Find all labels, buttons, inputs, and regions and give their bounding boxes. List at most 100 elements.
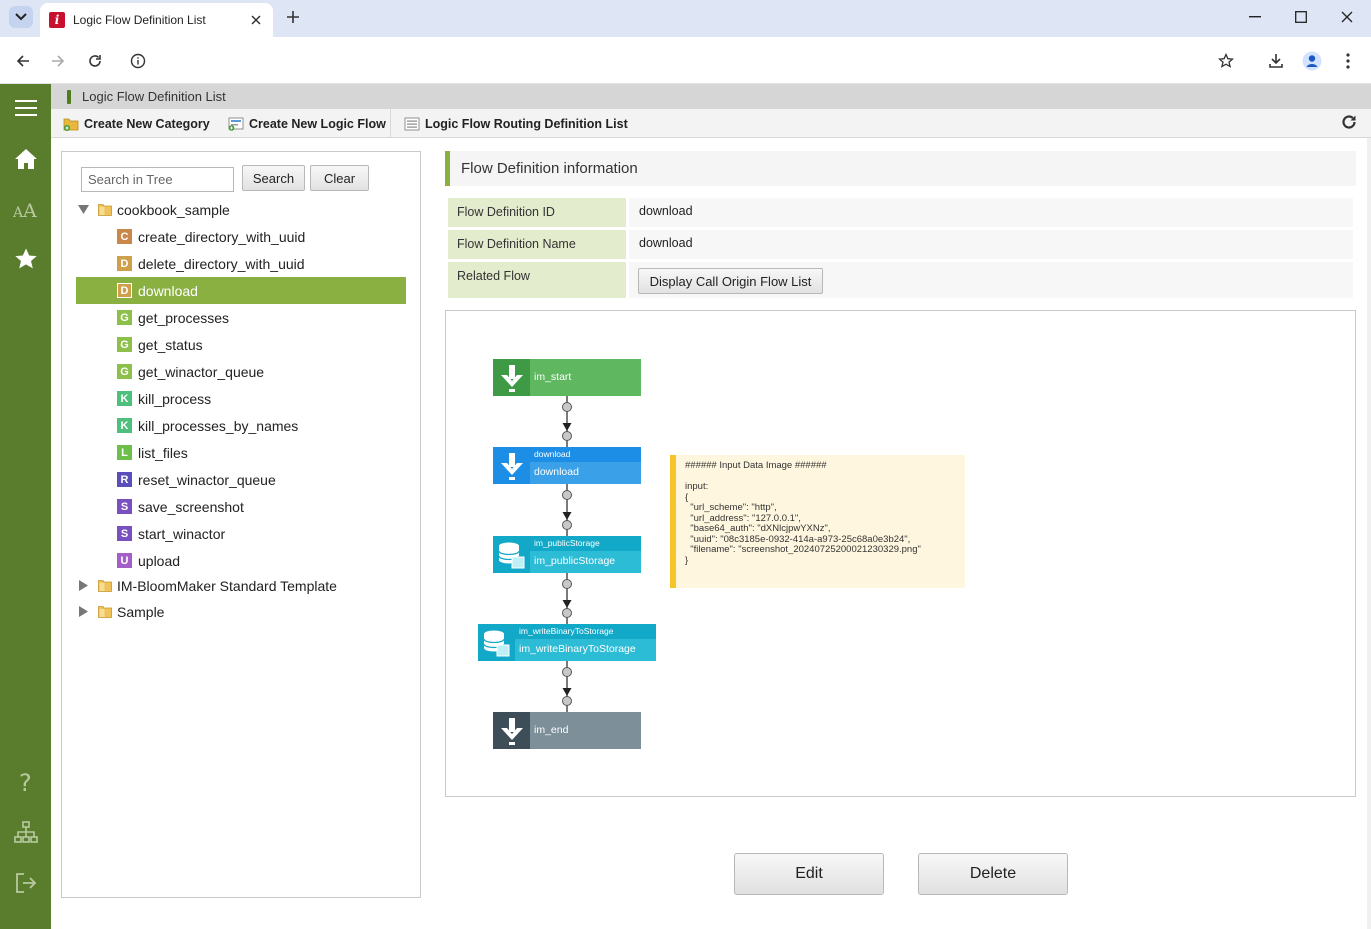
display-call-origin-button[interactable]: Display Call Origin Flow List bbox=[638, 268, 823, 294]
action-menu-bar: Create New Category Create New Logic Flo… bbox=[51, 109, 1371, 138]
logout-button[interactable] bbox=[13, 870, 39, 896]
connector-handle[interactable] bbox=[562, 667, 572, 677]
downloads-button[interactable] bbox=[1263, 48, 1289, 74]
maximize-button[interactable] bbox=[1289, 5, 1313, 29]
tree-item-get-processes[interactable]: Gget_processes bbox=[76, 304, 406, 331]
arrow-down-icon bbox=[493, 447, 530, 484]
site-info-button[interactable] bbox=[125, 48, 151, 74]
plus-icon bbox=[287, 11, 299, 23]
bookmark-button[interactable] bbox=[1213, 48, 1239, 74]
tab-search-button[interactable] bbox=[9, 6, 33, 28]
window-close-button[interactable] bbox=[1335, 5, 1359, 29]
tree-item-reset-winactor-queue[interactable]: Rreset_winactor_queue bbox=[76, 466, 406, 493]
routing-list-link[interactable]: Logic Flow Routing Definition List bbox=[404, 115, 628, 133]
browser-tab[interactable]: i Logic Flow Definition List bbox=[40, 3, 273, 37]
flow-type-badge: S bbox=[117, 499, 132, 514]
tree-item-kill-processes-by-names[interactable]: Kkill_processes_by_names bbox=[76, 412, 406, 439]
flow-id-label: Flow Definition ID bbox=[447, 197, 627, 228]
favorites-button[interactable] bbox=[13, 246, 39, 272]
flow-type-badge: L bbox=[117, 445, 132, 460]
new-tab-button[interactable] bbox=[282, 6, 304, 28]
flow-name-label: Flow Definition Name bbox=[447, 229, 627, 260]
folder-icon bbox=[98, 606, 112, 618]
tree-item-get-status[interactable]: Gget_status bbox=[76, 331, 406, 358]
create-flow-link[interactable]: Create New Logic Flow bbox=[228, 115, 386, 133]
logout-icon bbox=[16, 873, 37, 893]
tree-search-button[interactable]: Search bbox=[242, 165, 305, 191]
tree-clear-button[interactable]: Clear bbox=[310, 165, 369, 191]
tree-item-download[interactable]: Ddownload bbox=[76, 277, 406, 304]
help-icon: ? bbox=[19, 770, 32, 794]
connector-handle[interactable] bbox=[562, 520, 572, 530]
browser-menu-button[interactable] bbox=[1335, 48, 1361, 74]
minimize-button[interactable] bbox=[1243, 5, 1267, 29]
back-button[interactable] bbox=[10, 48, 36, 74]
create-category-link[interactable]: Create New Category bbox=[63, 115, 210, 133]
connector-handle[interactable] bbox=[562, 608, 572, 618]
connector-handle[interactable] bbox=[562, 490, 572, 500]
tree-item-list-files[interactable]: Llist_files bbox=[76, 439, 406, 466]
menu-divider bbox=[390, 109, 391, 138]
node-label: im_writeBinaryToStorage bbox=[519, 643, 636, 655]
flow-type-badge: G bbox=[117, 337, 132, 352]
note-line: "url_scheme": "http", bbox=[685, 502, 777, 513]
sitemap-button[interactable] bbox=[13, 819, 39, 845]
connector-handle[interactable] bbox=[562, 431, 572, 441]
refresh-button[interactable] bbox=[1341, 114, 1359, 132]
connector-handle[interactable] bbox=[562, 579, 572, 589]
tree-search-input[interactable] bbox=[81, 167, 234, 192]
favicon-icon: i bbox=[49, 12, 65, 28]
hamburger-menu-button[interactable] bbox=[13, 95, 39, 121]
tree-node-sample[interactable]: Sample bbox=[76, 598, 406, 625]
node-label: im_end bbox=[534, 724, 569, 736]
node-label: im_publicStorage bbox=[534, 555, 616, 567]
tab-close-button[interactable] bbox=[247, 11, 265, 29]
tree-item-label: save_screenshot bbox=[138, 498, 244, 515]
tree-node-label: IM-BloomMaker Standard Template bbox=[117, 577, 337, 594]
tree-item-create-directory-with-uuid[interactable]: Ccreate_directory_with_uuid bbox=[76, 223, 406, 250]
help-button[interactable]: ? bbox=[13, 769, 39, 795]
note-line: "filename": "screenshot_2024072520002123… bbox=[685, 544, 921, 555]
related-flow-label: Related Flow bbox=[447, 261, 627, 299]
tree-item-upload[interactable]: Uupload bbox=[76, 547, 406, 574]
connector-handle[interactable] bbox=[562, 402, 572, 412]
input-data-note: ###### Input Data Image ###### input:{ "u… bbox=[670, 455, 965, 588]
tree-item-label: get_status bbox=[138, 336, 203, 353]
flow-node-im-end[interactable]: im_end bbox=[493, 712, 641, 749]
page-scrollbar[interactable] bbox=[1367, 138, 1371, 929]
reload-icon bbox=[89, 55, 101, 67]
delete-button[interactable]: Delete bbox=[918, 853, 1068, 895]
flow-type-badge: D bbox=[117, 256, 132, 271]
menu-icon bbox=[15, 100, 37, 116]
reload-button[interactable] bbox=[82, 48, 108, 74]
font-size-button[interactable]: AA bbox=[13, 197, 39, 223]
flow-name-value: download bbox=[628, 229, 1354, 260]
connector-handle[interactable] bbox=[562, 696, 572, 706]
tree-item-get-winactor-queue[interactable]: Gget_winactor_queue bbox=[76, 358, 406, 385]
expand-toggle[interactable] bbox=[76, 605, 90, 619]
flow-node-im-writeBinaryToStorage[interactable]: im_writeBinaryToStorage im_writeBinaryToS… bbox=[478, 624, 656, 661]
tree-node-bloommaker-template[interactable]: IM-BloomMaker Standard Template bbox=[76, 572, 406, 599]
tree-item-label: kill_processes_by_names bbox=[138, 417, 299, 434]
flow-node-im-publicStorage[interactable]: im_publicStorage im_publicStorage bbox=[493, 536, 641, 573]
tree-item-start-winactor[interactable]: Sstart_winactor bbox=[76, 520, 406, 547]
tree-node-cookbook-sample[interactable]: cookbook_sample bbox=[76, 196, 406, 223]
flow-node-im-start[interactable]: im_start bbox=[493, 359, 641, 396]
info-icon bbox=[130, 53, 146, 69]
forward-button[interactable] bbox=[45, 48, 71, 74]
maximize-icon bbox=[1295, 11, 1307, 23]
arrow-down-icon bbox=[493, 359, 530, 396]
expand-toggle[interactable] bbox=[76, 203, 90, 217]
profile-button[interactable] bbox=[1299, 48, 1325, 74]
edit-button[interactable]: Edit bbox=[734, 853, 884, 895]
flow-node-download[interactable]: download download bbox=[493, 447, 641, 484]
expand-toggle[interactable] bbox=[76, 579, 90, 593]
tree-item-save-screenshot[interactable]: Ssave_screenshot bbox=[76, 493, 406, 520]
folder-add-icon bbox=[63, 118, 79, 131]
create-category-label: Create New Category bbox=[84, 117, 210, 131]
tree-item-delete-directory-with-uuid[interactable]: Ddelete_directory_with_uuid bbox=[76, 250, 406, 277]
triangle-down-icon bbox=[77, 205, 89, 214]
home-button[interactable] bbox=[13, 146, 39, 172]
tree-item-kill-process[interactable]: Kkill_process bbox=[76, 385, 406, 412]
flow-diagram-canvas: im_start download download im_publicStorage… bbox=[445, 310, 1356, 797]
